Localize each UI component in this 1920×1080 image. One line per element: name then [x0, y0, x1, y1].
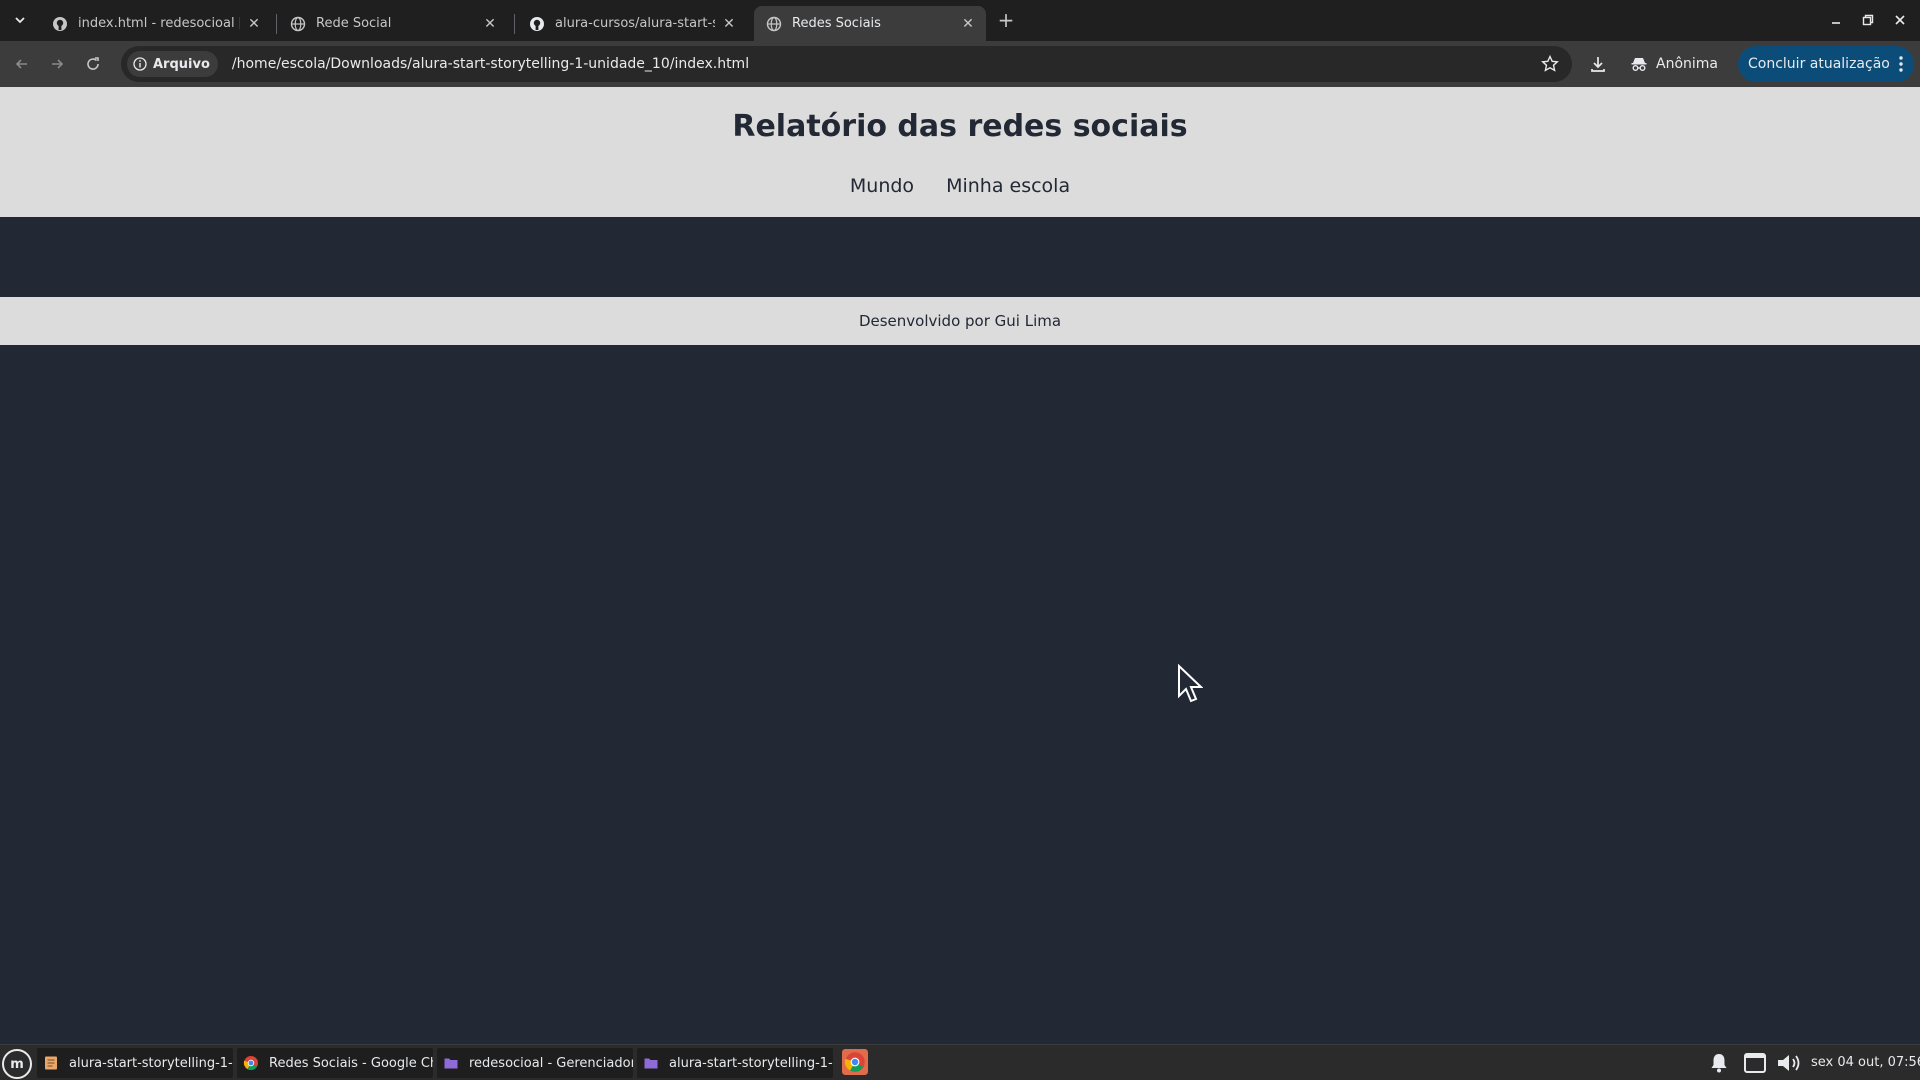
page-title: Relatório das redes sociais	[732, 109, 1188, 144]
start-menu-button[interactable]: m	[2, 1049, 32, 1079]
taskbar-item-label: Redes Sociais - Google Ch...	[269, 1055, 433, 1071]
close-icon[interactable]: ✕	[960, 16, 976, 32]
taskbar-item-file-manager[interactable]: redesocioal - Gerenciador ...	[437, 1048, 633, 1078]
tab-divider	[514, 14, 515, 34]
footer-credit: Desenvolvido por Gui Lima	[858, 312, 1062, 330]
folder-icon	[644, 1058, 658, 1069]
globe-icon	[290, 16, 306, 31]
browser-toolbar: Arquivo /home/escola/Downloads/alura-sta…	[0, 41, 1920, 87]
bookmark-star-icon[interactable]	[1540, 54, 1560, 74]
address-bar[interactable]: Arquivo /home/escola/Downloads/alura-sta…	[121, 46, 1572, 82]
back-button[interactable]	[8, 50, 36, 78]
taskbar-item-label: alura-start-storytelling-1-...	[669, 1055, 833, 1071]
window-icon	[1744, 1053, 1766, 1073]
reload-button[interactable]	[79, 50, 107, 78]
tab-title: Redes Sociais	[792, 16, 881, 31]
tab-divider	[276, 14, 277, 34]
tab-title: alura-cursos/alura-start-stor	[555, 16, 715, 31]
close-icon[interactable]: ✕	[246, 16, 262, 32]
tab-3[interactable]: alura-cursos/alura-start-stor ✕	[517, 6, 747, 41]
taskbar: m alura-start-storytelling-1-... Redes S…	[0, 1044, 1920, 1080]
update-label: Concluir atualização	[1748, 56, 1890, 72]
clock[interactable]: sex 04 out, 07:56	[1811, 1055, 1920, 1070]
forward-button[interactable]	[43, 50, 71, 78]
taskbar-chrome-launcher[interactable]	[840, 1049, 870, 1075]
close-icon[interactable]: ✕	[721, 16, 737, 32]
incognito-icon	[1631, 58, 1647, 71]
reload-icon	[87, 57, 99, 70]
taskbar-item-label: alura-start-storytelling-1-...	[69, 1055, 233, 1071]
info-icon	[133, 57, 147, 71]
nav-link-minha-escola[interactable]: Minha escola	[946, 175, 1070, 197]
update-button[interactable]: Concluir atualização	[1738, 46, 1914, 82]
chrome-icon	[842, 1049, 868, 1075]
close-window-button[interactable]	[1888, 8, 1912, 32]
volume-icon	[1778, 1055, 1800, 1071]
restore-icon	[1862, 14, 1874, 26]
mouse-cursor-icon	[1178, 664, 1203, 703]
incognito-label: Anônima	[1656, 56, 1718, 72]
plus-icon: +	[997, 8, 1015, 32]
incognito-indicator[interactable]: Anônima	[1622, 46, 1730, 82]
workspace-tray[interactable]	[1741, 1051, 1769, 1075]
taskbar-item-text-editor[interactable]: alura-start-storytelling-1-...	[37, 1048, 233, 1078]
notifications-tray[interactable]	[1706, 1051, 1732, 1075]
site-footer: Desenvolvido por Gui Lima	[0, 297, 1920, 345]
site-nav: Mundo Minha escola	[0, 175, 1920, 197]
more-vertical-icon	[1899, 56, 1903, 72]
bell-icon	[1711, 1054, 1727, 1073]
tab-search-button[interactable]	[6, 7, 34, 33]
close-icon	[1895, 15, 1905, 25]
minimize-icon	[1832, 22, 1840, 24]
tab-strip: index.html - redesocioal [Git ✕ Rede Soc…	[0, 0, 1920, 41]
text-editor-icon	[45, 1056, 57, 1070]
site-header: Relatório das redes sociais Mundo Minha …	[0, 87, 1920, 217]
folder-icon	[444, 1058, 458, 1069]
tab-4-active[interactable]: Redes Sociais ✕	[754, 6, 986, 41]
download-icon[interactable]	[1586, 52, 1610, 76]
nav-link-mundo[interactable]: Mundo	[850, 175, 914, 197]
taskbar-item-file-manager-2[interactable]: alura-start-storytelling-1-...	[637, 1048, 833, 1078]
tab-1[interactable]: index.html - redesocioal [Git ✕	[40, 6, 272, 41]
site-info-chip[interactable]: Arquivo	[127, 51, 218, 77]
security-chip-label: Arquivo	[153, 56, 210, 72]
volume-tray[interactable]	[1775, 1051, 1805, 1075]
page-viewport: Relatório das redes sociais Mundo Minha …	[0, 87, 1920, 1044]
mint-menu-icon: m	[10, 1056, 24, 1072]
restore-button[interactable]	[1856, 8, 1880, 32]
url-text[interactable]: /home/escola/Downloads/alura-start-story…	[232, 56, 749, 72]
tab-title: Rede Social	[316, 16, 392, 31]
tab-2[interactable]: Rede Social ✕	[278, 6, 508, 41]
chrome-icon	[243, 1056, 258, 1071]
new-tab-button[interactable]: +	[994, 8, 1018, 32]
globe-icon	[766, 16, 782, 31]
close-icon[interactable]: ✕	[482, 16, 498, 32]
arrow-right-icon	[52, 59, 64, 69]
chevron-down-icon	[15, 17, 25, 24]
minimize-button[interactable]	[1824, 8, 1848, 32]
tab-title: index.html - redesocioal [Git	[78, 16, 240, 31]
github-icon	[53, 16, 67, 31]
github-icon	[530, 16, 544, 31]
taskbar-item-label: redesocioal - Gerenciador ...	[469, 1055, 633, 1071]
arrow-left-icon	[15, 59, 27, 69]
taskbar-item-chrome[interactable]: Redes Sociais - Google Ch...	[237, 1048, 433, 1078]
